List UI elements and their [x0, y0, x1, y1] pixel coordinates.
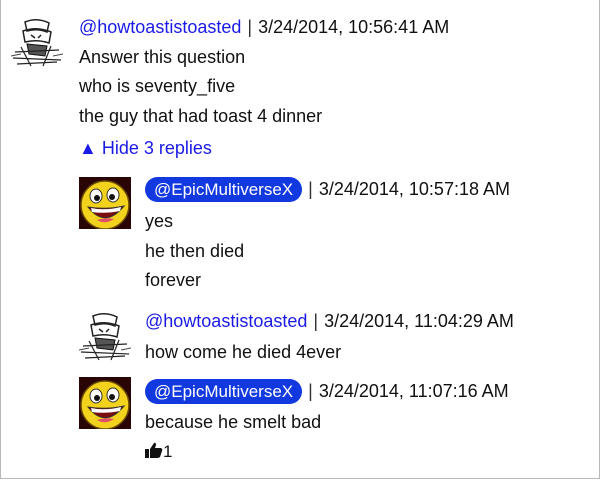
- comment-line: how come he died 4ever: [145, 342, 342, 362]
- author-link[interactable]: @howtoastistoasted: [79, 17, 241, 37]
- comment-line: the guy that had toast 4 dinner: [79, 106, 323, 126]
- hide-replies-toggle[interactable]: ▲ Hide 3 replies: [79, 137, 212, 159]
- toast-sketch-avatar[interactable]: [79, 310, 131, 362]
- toast-sketch-icon: [79, 310, 131, 362]
- toast-sketch-icon: [11, 16, 63, 68]
- comment-line: forever: [145, 270, 202, 290]
- timestamp: 3/24/2014, 10:56:41 AM: [258, 17, 450, 37]
- header-separator: |: [308, 381, 313, 401]
- comment-thread: @howtoastistoasted | 3/24/2014, 10:56:41 A…: [0, 0, 600, 479]
- author-link[interactable]: @EpicMultiverseX: [145, 177, 303, 202]
- comment-line: who is seventy_five: [79, 76, 236, 96]
- toast-sketch-avatar[interactable]: [11, 16, 63, 68]
- like-button[interactable]: 1: [145, 442, 172, 462]
- reply-header: @EpicMultiverseX | 3/24/2014, 10:57:18 AM: [145, 177, 510, 202]
- epic-face-avatar[interactable]: [79, 377, 131, 429]
- header-separator: |: [247, 17, 253, 37]
- header-separator: |: [308, 179, 313, 199]
- comment-header: @howtoastistoasted | 3/24/2014, 10:56:41 A…: [79, 16, 449, 38]
- epic-face-icon: [79, 377, 131, 429]
- timestamp: 3/24/2014, 11:04:29 AM: [324, 311, 514, 331]
- comment-line: he then died: [145, 241, 245, 261]
- epic-face-icon: [79, 177, 131, 229]
- timestamp: 3/24/2014, 11:07:16 AM: [318, 381, 509, 401]
- header-separator: |: [313, 311, 319, 331]
- thumbs-up-icon: [145, 442, 163, 458]
- reply-header: @howtoastistoasted | 3/24/2014, 11:04:29 A…: [145, 310, 514, 332]
- reply-header: @EpicMultiverseX | 3/24/2014, 11:07:16 AM: [145, 379, 509, 404]
- author-link[interactable]: @EpicMultiverseX: [145, 379, 303, 404]
- author-link[interactable]: @howtoastistoasted: [145, 311, 307, 331]
- epic-face-avatar[interactable]: [79, 177, 131, 229]
- like-count: 1: [163, 442, 173, 461]
- comment-line: yes: [145, 211, 174, 231]
- comment-line: because he smelt bad: [145, 412, 322, 432]
- timestamp: 3/24/2014, 10:57:18 AM: [318, 179, 510, 199]
- comment-line: Answer this question: [79, 47, 246, 67]
